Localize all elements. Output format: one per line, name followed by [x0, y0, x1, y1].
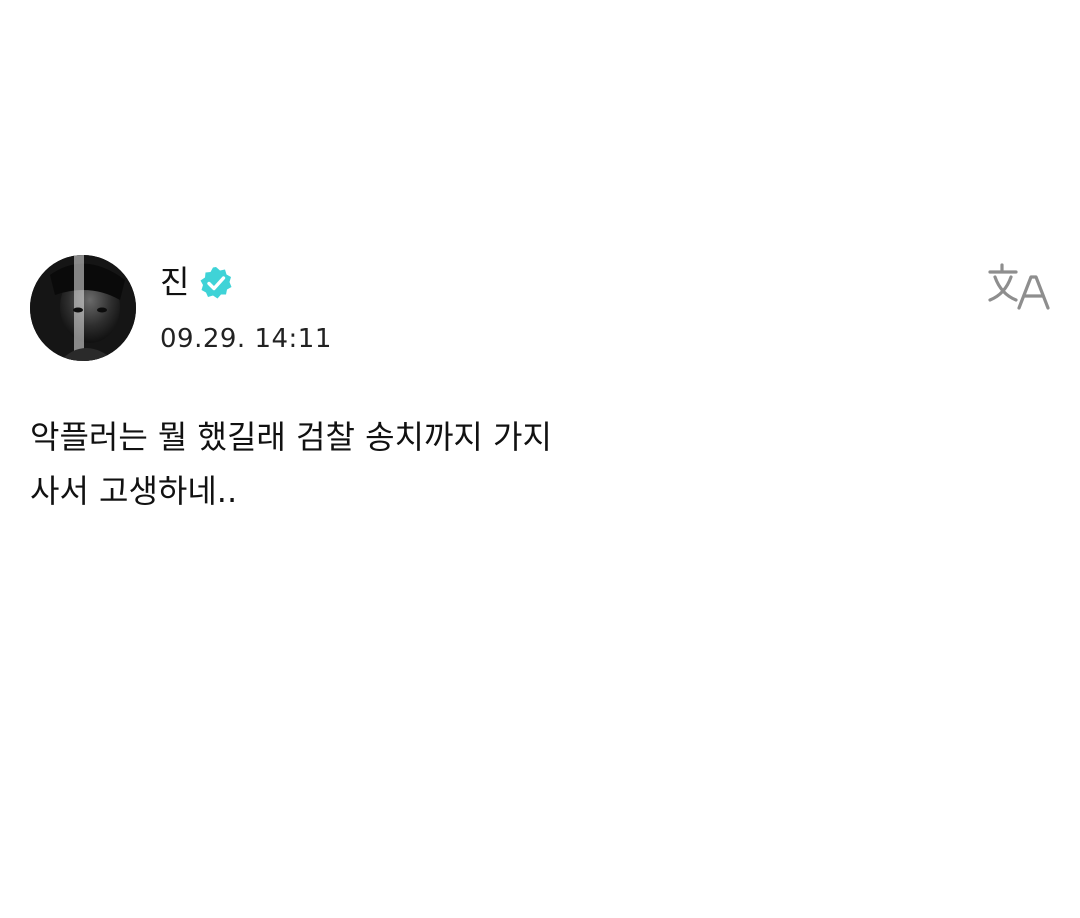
post-timestamp: 09.29. 14:11: [160, 324, 332, 354]
translate-button[interactable]: [986, 260, 1052, 312]
post-body: 악플러는 뭘 했길래 검찰 송치까지 가지 사서 고생하네..: [30, 410, 1030, 518]
post-card: 진 09.29. 14:11 악플러는 뭘 했길래 검찰 송치까지 가지 사서 …: [0, 0, 1080, 918]
author-avatar[interactable]: [30, 255, 136, 361]
post-body-line: 사서 고생하네..: [30, 472, 238, 510]
verified-check-badge-icon: [198, 265, 234, 301]
avatar-image: [30, 255, 136, 361]
post-body-line: 악플러는 뭘 했길래 검찰 송치까지 가지: [30, 418, 552, 456]
translate-icon: [988, 263, 1050, 310]
author-name[interactable]: 진: [160, 262, 189, 302]
